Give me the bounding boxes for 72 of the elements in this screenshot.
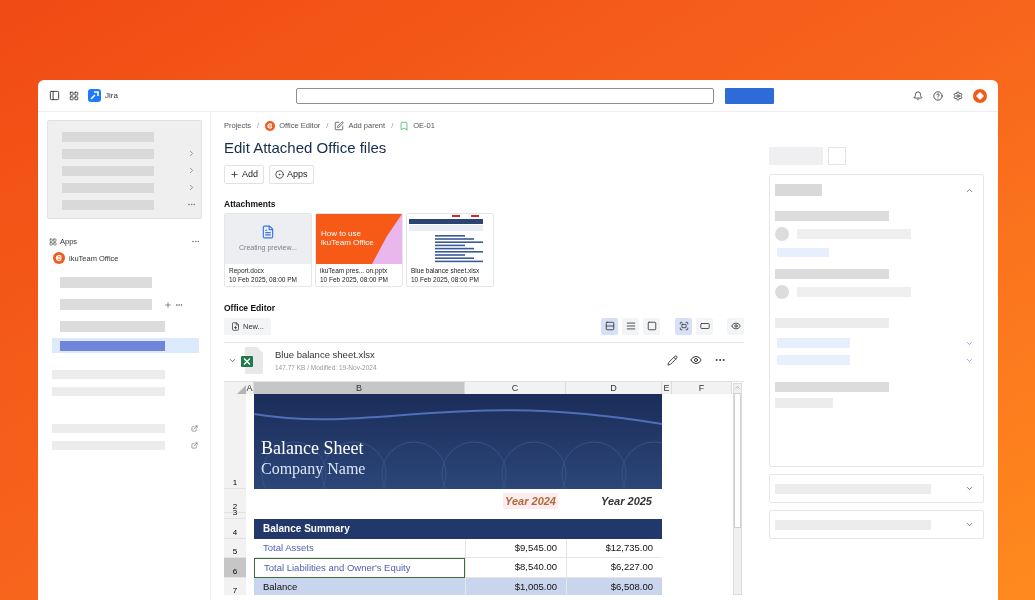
app-name: Jira	[105, 89, 118, 102]
bookmark-icon	[399, 120, 410, 131]
sidebar-item-highlight[interactable]	[52, 338, 199, 354]
target-icon	[275, 170, 284, 180]
apps-icon	[49, 237, 57, 246]
app-logo-icon	[53, 252, 65, 265]
section-heading: Attachments	[224, 198, 277, 211]
fit-icon	[678, 321, 689, 332]
action-button[interactable]	[724, 87, 774, 104]
view-toggle-button[interactable]	[622, 317, 639, 335]
column-header[interactable]: F	[672, 381, 732, 394]
avatar-icon[interactable]	[973, 88, 987, 103]
page-title: Edit Attached Office files	[224, 139, 388, 158]
jira-logo-icon	[88, 89, 101, 102]
square-icon	[646, 321, 657, 332]
edit-icon	[334, 120, 345, 131]
slide-title: How to use ikuTeam Office	[321, 229, 375, 247]
row-header[interactable]: 1	[224, 393, 246, 489]
rectangle-icon	[699, 321, 710, 332]
external-link-icon[interactable]	[191, 442, 198, 450]
banner-title: Balance Sheet	[261, 437, 365, 459]
edit-icon[interactable]	[667, 354, 678, 366]
rows-icon	[604, 321, 615, 332]
table-cell: $6,227.00	[566, 557, 662, 578]
placeholder-bar	[777, 248, 829, 257]
preview-button[interactable]	[727, 317, 744, 335]
sidebar-toggle-icon[interactable]	[49, 90, 60, 101]
shape-drawing	[372, 214, 402, 264]
placeholder-bar	[775, 184, 822, 196]
banner-subtitle: Company Name	[261, 458, 367, 479]
action-button[interactable]: Apps	[269, 165, 314, 185]
file-name: Blue balance sheet.xlsx	[275, 348, 376, 363]
view-toggle-button[interactable]	[675, 317, 692, 335]
column-header[interactable]: C	[465, 381, 566, 394]
row-header[interactable]: 4	[224, 518, 246, 539]
view-toggle-button[interactable]	[601, 317, 618, 335]
app-logo-icon	[265, 120, 276, 131]
summary-header: Balance Summary	[254, 518, 662, 539]
eye-icon	[730, 321, 741, 332]
document-icon	[261, 224, 275, 239]
scrollbar-thumb[interactable]	[734, 392, 741, 528]
select-all-corner[interactable]	[224, 381, 246, 394]
column-header[interactable]: B	[254, 381, 465, 394]
list-icon	[625, 321, 636, 332]
spreadsheet-file-icon	[241, 346, 263, 374]
chevron-down-icon[interactable]	[965, 520, 974, 529]
view-toggle-button[interactable]	[696, 317, 713, 335]
year-label: Year 2024	[503, 492, 558, 509]
placeholder-box	[828, 147, 846, 165]
chevron-down-icon[interactable]	[965, 484, 974, 493]
notifications-icon[interactable]	[913, 90, 923, 101]
plus-icon[interactable]	[164, 300, 172, 309]
scroll-up-icon	[734, 383, 741, 391]
search-field[interactable]	[295, 87, 714, 104]
scrollbar[interactable]	[733, 382, 742, 595]
corner-triangle-icon	[237, 384, 246, 394]
settings-icon[interactable]	[953, 90, 963, 101]
table-cell: $8,540.00	[465, 557, 566, 578]
section-heading: Office Editor	[224, 302, 276, 315]
column-header[interactable]: D	[566, 381, 662, 394]
year-label: Year 2025	[600, 493, 653, 509]
plus-icon	[230, 170, 239, 180]
row-header[interactable]: 3	[224, 512, 246, 519]
eye-icon[interactable]	[690, 354, 702, 367]
action-button[interactable]: Add	[224, 165, 264, 185]
app-switcher-icon[interactable]	[69, 90, 79, 101]
row-header[interactable]: 6	[224, 557, 246, 578]
table-cell: Total Liabilities and Owner's Equity	[254, 557, 465, 578]
view-toggle-button[interactable]	[643, 317, 660, 335]
external-link-icon[interactable]	[191, 425, 198, 433]
file-plus-icon	[231, 321, 240, 331]
help-icon[interactable]	[933, 90, 943, 101]
